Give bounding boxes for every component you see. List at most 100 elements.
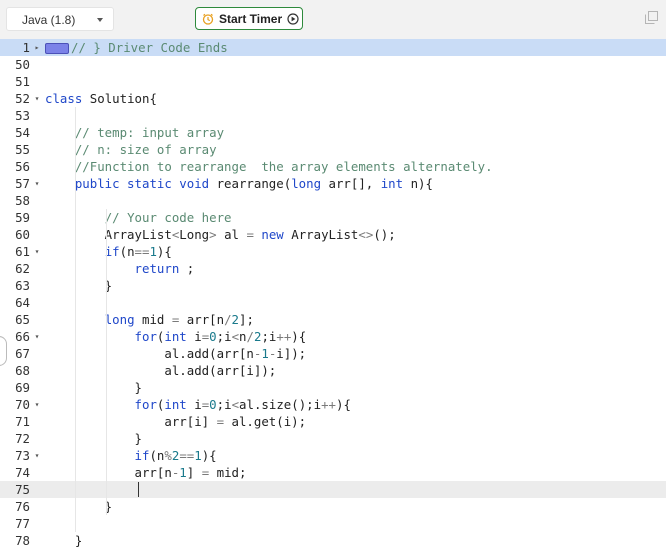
line-number: 69 bbox=[15, 380, 30, 395]
code-line[interactable]: 77 bbox=[0, 515, 666, 532]
line-number: 51 bbox=[15, 74, 30, 89]
code-token: // temp: input array bbox=[74, 125, 225, 140]
code-line[interactable]: 73 ▾ if(n%2==1){ bbox=[0, 447, 666, 464]
code-token: mid bbox=[134, 312, 172, 327]
code-token: == bbox=[134, 244, 150, 259]
code-token: mid; bbox=[209, 465, 247, 480]
line-number: 71 bbox=[15, 414, 30, 429]
code-line[interactable]: 60 ArrayList<Long> al = new ArrayList<>(… bbox=[0, 226, 666, 243]
code-token: i]); bbox=[276, 346, 307, 361]
code-token: == bbox=[179, 448, 195, 463]
code-line[interactable]: 59 // Your code here bbox=[0, 209, 666, 226]
code-token: ){ bbox=[291, 329, 307, 344]
code-line[interactable]: 75 bbox=[0, 481, 666, 498]
code-token: 0 bbox=[209, 329, 217, 344]
line-number: 78 bbox=[15, 533, 30, 548]
code-line[interactable]: 78 } bbox=[0, 532, 666, 549]
fullscreen-icon[interactable] bbox=[645, 11, 658, 24]
line-number: 1 bbox=[22, 40, 30, 55]
code-token: ]; bbox=[239, 312, 254, 327]
code-token: / bbox=[246, 329, 254, 344]
code-line[interactable]: 52 ▾ class Solution{ bbox=[0, 90, 666, 107]
code-token: ] bbox=[186, 465, 202, 480]
code-line[interactable]: 56 //Function to rearrange the array ele… bbox=[0, 158, 666, 175]
fold-expand-icon[interactable]: ▸ bbox=[32, 39, 42, 56]
editor-toolbar: Java (1.8) Start Timer bbox=[0, 0, 666, 39]
code-token: (n bbox=[149, 448, 165, 463]
code-line[interactable]: 54 // temp: input array bbox=[0, 124, 666, 141]
code-token: } bbox=[45, 278, 113, 293]
code-token: ; bbox=[179, 261, 195, 276]
line-number: 67 bbox=[15, 346, 30, 361]
text-cursor bbox=[138, 482, 139, 497]
code-line[interactable]: 66 ▾ for(int i=0;i<n/2;i++){ bbox=[0, 328, 666, 345]
code-token: new bbox=[261, 227, 284, 242]
code-line[interactable]: 51 bbox=[0, 73, 666, 90]
line-number: 73 bbox=[15, 448, 30, 463]
code-line[interactable]: 53 bbox=[0, 107, 666, 124]
code-line[interactable]: 63 } bbox=[0, 277, 666, 294]
code-token: int bbox=[164, 329, 187, 344]
code-text: // } Driver Code Ends bbox=[45, 39, 228, 56]
line-number: 62 bbox=[15, 261, 30, 276]
code-line[interactable]: 68 al.add(arr[i]); bbox=[0, 362, 666, 379]
code-token: // } Driver Code Ends bbox=[71, 40, 228, 55]
indent-guide bbox=[106, 209, 107, 515]
code-line[interactable]: 64 bbox=[0, 294, 666, 311]
code-text: long mid = arr[n/2]; bbox=[45, 311, 254, 328]
start-timer-label: Start Timer bbox=[219, 12, 283, 26]
code-text: if(n%2==1){ bbox=[45, 447, 217, 464]
code-editor[interactable]: 1 ▸ // } Driver Code Ends 50 51 52 ▾ class Solu… bbox=[0, 39, 666, 555]
code-text: //Function to rearrange the array elemen… bbox=[45, 158, 493, 175]
code-line[interactable]: 61 ▾ if(n==1){ bbox=[0, 243, 666, 260]
fold-collapse-icon[interactable]: ▾ bbox=[32, 328, 42, 345]
code-token: < bbox=[231, 329, 240, 344]
line-number: 72 bbox=[15, 431, 30, 446]
code-line[interactable]: 50 bbox=[0, 56, 666, 73]
code-token: // Your code here bbox=[104, 210, 232, 225]
line-number: 57 bbox=[15, 176, 30, 191]
code-line[interactable]: 67 al.add(arr[n-1-i]); bbox=[0, 345, 666, 362]
code-line[interactable]: 58 bbox=[0, 192, 666, 209]
indent-guide bbox=[75, 107, 76, 532]
code-line[interactable]: 72 } bbox=[0, 430, 666, 447]
code-line[interactable]: 71 arr[i] = al.get(i); bbox=[0, 413, 666, 430]
code-token: (); bbox=[373, 227, 396, 242]
code-line[interactable]: 70 ▾ for(int i=0;i<al.size();i++){ bbox=[0, 396, 666, 413]
code-line[interactable]: 76 } bbox=[0, 498, 666, 515]
code-token: ){ bbox=[156, 244, 172, 259]
fold-collapse-icon[interactable]: ▾ bbox=[32, 396, 42, 413]
code-line[interactable]: 55 // n: size of array bbox=[0, 141, 666, 158]
code-token: // n: size of array bbox=[74, 142, 217, 157]
code-token: ++ bbox=[321, 397, 337, 412]
code-text: arr[i] = al.get(i); bbox=[45, 413, 306, 430]
code-line[interactable]: 65 long mid = arr[n/2]; bbox=[0, 311, 666, 328]
fold-collapse-icon[interactable]: ▾ bbox=[32, 447, 42, 464]
language-select[interactable]: Java (1.8) bbox=[6, 7, 114, 31]
code-text: al.add(arr[n-1-i]); bbox=[45, 345, 306, 362]
chevron-down-icon bbox=[97, 18, 103, 22]
code-token: int bbox=[164, 397, 187, 412]
code-line[interactable]: 1 ▸ // } Driver Code Ends bbox=[0, 39, 666, 56]
code-line[interactable]: 74 arr[n-1] = mid; bbox=[0, 464, 666, 481]
fold-collapse-icon[interactable]: ▾ bbox=[32, 243, 42, 260]
code-text: al.add(arr[i]); bbox=[45, 362, 276, 379]
code-token: } bbox=[45, 380, 142, 395]
fold-collapse-icon[interactable]: ▾ bbox=[32, 90, 42, 107]
code-token: = bbox=[216, 414, 225, 429]
line-number: 63 bbox=[15, 278, 30, 293]
code-line[interactable]: 62 return ; bbox=[0, 260, 666, 277]
code-line[interactable]: 69 } bbox=[0, 379, 666, 396]
folded-code-icon[interactable] bbox=[45, 43, 69, 54]
code-line[interactable]: 57 ▾ public static void rearrange(long ar… bbox=[0, 175, 666, 192]
code-token: / bbox=[224, 312, 232, 327]
code-text: public static void rearrange(long arr[],… bbox=[45, 175, 433, 192]
start-timer-button[interactable]: Start Timer bbox=[195, 7, 303, 30]
line-number: 54 bbox=[15, 125, 30, 140]
fold-collapse-icon[interactable]: ▾ bbox=[32, 175, 42, 192]
line-number: 66 bbox=[15, 329, 30, 344]
